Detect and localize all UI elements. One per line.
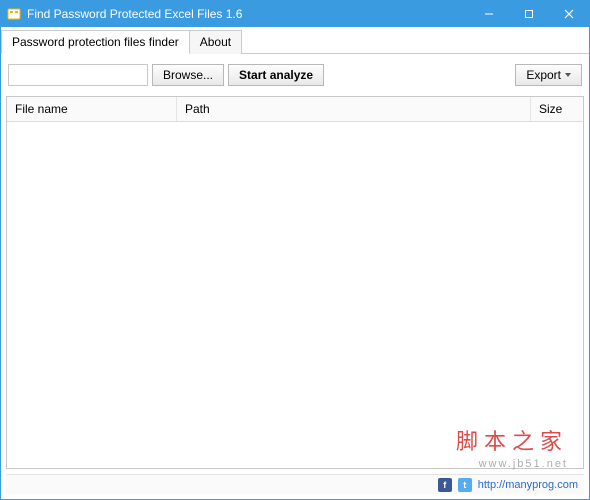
column-header-filename[interactable]: File name xyxy=(7,97,177,121)
website-link[interactable]: http://manyprog.com xyxy=(478,479,578,491)
path-input[interactable] xyxy=(8,64,148,86)
export-button-label: Export xyxy=(526,68,561,82)
maximize-button[interactable] xyxy=(509,1,549,27)
grid-header: File name Path Size xyxy=(7,97,583,122)
titlebar: Find Password Protected Excel Files 1.6 xyxy=(1,1,589,27)
facebook-icon[interactable]: f xyxy=(438,478,452,492)
content-area: Browse... Start analyze Export File name… xyxy=(1,54,589,499)
tab-about[interactable]: About xyxy=(189,30,242,54)
window-controls xyxy=(469,1,589,27)
minimize-button[interactable] xyxy=(469,1,509,27)
tab-bar: Password protection files finder About xyxy=(1,27,589,54)
status-bar: f t http://manyprog.com xyxy=(6,474,584,494)
start-analyze-button[interactable]: Start analyze xyxy=(228,64,324,86)
window-title: Find Password Protected Excel Files 1.6 xyxy=(27,7,469,21)
chevron-down-icon xyxy=(565,73,571,77)
grid-body[interactable] xyxy=(7,122,583,468)
results-grid: File name Path Size xyxy=(6,96,584,469)
twitter-icon[interactable]: t xyxy=(458,478,472,492)
close-button[interactable] xyxy=(549,1,589,27)
toolbar: Browse... Start analyze Export xyxy=(6,59,584,91)
app-icon xyxy=(7,7,21,21)
app-window: Find Password Protected Excel Files 1.6 … xyxy=(0,0,590,500)
export-button[interactable]: Export xyxy=(515,64,582,86)
column-header-path[interactable]: Path xyxy=(177,97,531,121)
browse-button[interactable]: Browse... xyxy=(152,64,224,86)
column-header-size[interactable]: Size xyxy=(531,97,583,121)
tab-finder[interactable]: Password protection files finder xyxy=(1,30,190,54)
